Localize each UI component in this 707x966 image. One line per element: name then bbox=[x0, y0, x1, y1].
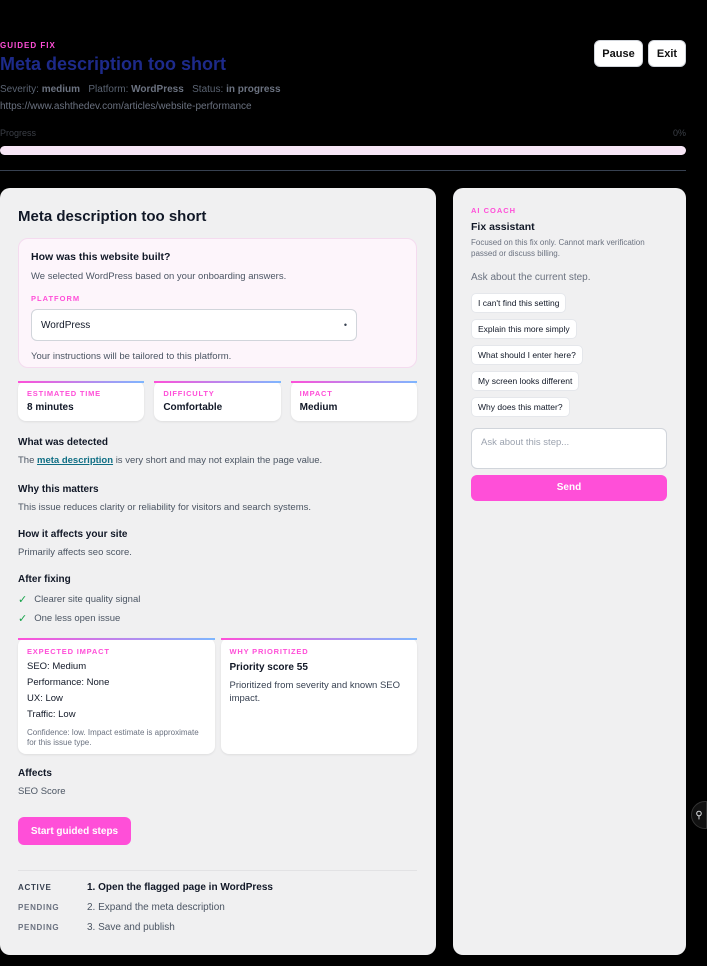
divider bbox=[0, 170, 686, 171]
section-heading: Affects bbox=[18, 768, 52, 779]
impact-cards: EXPECTED IMPACT SEO: Medium Performance:… bbox=[18, 638, 417, 754]
priority-score: Priority score 55 bbox=[229, 662, 308, 673]
suggestion-chip[interactable]: What should I enter here? bbox=[471, 344, 583, 365]
progress-label: Progress bbox=[0, 128, 37, 138]
stat-value: 8 minutes bbox=[27, 402, 74, 413]
list-item: ✓ Clearer site quality signal bbox=[18, 593, 417, 606]
section-heading: Why this matters bbox=[18, 484, 99, 495]
section-heading: How it affects your site bbox=[18, 529, 128, 540]
stat-label: ESTIMATED TIME bbox=[27, 389, 101, 398]
severity-value: medium bbox=[41, 84, 81, 95]
platform-subtitle: We selected WordPress based on your onbo… bbox=[31, 271, 287, 282]
platform-field-label: PLATFORM bbox=[31, 294, 81, 303]
platform-select-value: WordPress bbox=[41, 319, 91, 331]
step-text: 3. Save and publish bbox=[87, 922, 175, 933]
section-text: Primarily affects seo score. bbox=[18, 547, 132, 558]
status-label: Status: bbox=[192, 84, 224, 95]
side-title: Fix assistant bbox=[471, 221, 535, 233]
side-eyebrow: AI COACH bbox=[471, 206, 517, 215]
check-icon: ✓ bbox=[18, 594, 28, 606]
list-item: ✓ One less open issue bbox=[18, 612, 417, 625]
suggestion-chip[interactable]: Explain this more simply bbox=[471, 318, 577, 339]
detected-prefix: The bbox=[18, 455, 35, 466]
platform-note: Your instructions will be tailored to th… bbox=[31, 351, 232, 362]
progress-bar bbox=[0, 146, 686, 155]
section-text: SEO Score bbox=[18, 786, 66, 797]
platform-label: Platform: bbox=[88, 84, 129, 95]
step-row[interactable]: PENDING 3. Save and publish bbox=[18, 922, 417, 933]
start-guided-steps-button[interactable]: Start guided steps bbox=[18, 817, 131, 845]
list-item-text: Clearer site quality signal bbox=[34, 594, 141, 605]
impact-line: Traffic: Low bbox=[27, 709, 76, 720]
status-value: in progress bbox=[226, 84, 281, 95]
ask-input[interactable]: Ask about this step... bbox=[471, 427, 667, 469]
platform-select[interactable]: WordPress • bbox=[31, 309, 357, 341]
exit-button[interactable]: Exit bbox=[648, 40, 686, 67]
stat-label: DIFFICULTY bbox=[163, 389, 215, 398]
platform-question: How was this website built? bbox=[31, 251, 171, 263]
detected-suffix: is very short and may not explain the pa… bbox=[115, 455, 323, 466]
page-title: Meta description too short bbox=[0, 54, 227, 74]
impact-line: UX: Low bbox=[27, 693, 63, 704]
progress-value: 0% bbox=[672, 128, 686, 138]
stat-difficulty: DIFFICULTY Comfortable bbox=[154, 381, 281, 421]
impact-line: SEO: Medium bbox=[27, 661, 87, 672]
expected-impact-card: EXPECTED IMPACT SEO: Medium Performance:… bbox=[18, 638, 215, 754]
issue-title: Meta description too short bbox=[18, 208, 207, 225]
section-text: This issue reduces clarity or reliabilit… bbox=[18, 502, 312, 513]
section-heading: What was detected bbox=[18, 437, 109, 448]
step-status: ACTIVE bbox=[18, 883, 52, 892]
pause-button[interactable]: Pause bbox=[594, 40, 643, 67]
confidence-note: Confidence: low. Impact estimate is appr… bbox=[27, 728, 199, 748]
chevron-down-icon: • bbox=[343, 320, 347, 330]
stat-impact: IMPACT Medium bbox=[290, 381, 417, 421]
suggestion-chip[interactable]: I can't find this setting bbox=[471, 292, 567, 313]
step-text: 1. Open the flagged page in WordPress bbox=[87, 882, 273, 893]
step-row[interactable]: PENDING 2. Expand the meta description bbox=[18, 902, 417, 913]
stat-estimated-time: ESTIMATED TIME 8 minutes bbox=[18, 381, 145, 421]
card-label: WHY PRIORITIZED bbox=[229, 647, 309, 656]
header: GUIDED FIX Meta description too short Se… bbox=[0, 0, 707, 172]
step-text: 2. Expand the meta description bbox=[87, 902, 225, 913]
divider bbox=[18, 870, 417, 871]
step-status: PENDING bbox=[18, 903, 60, 912]
eyebrow: GUIDED FIX bbox=[0, 41, 56, 50]
stat-value: Medium bbox=[299, 402, 338, 413]
side-ask-prompt: Ask about the current step. bbox=[471, 271, 591, 283]
ai-coach-panel: AI COACH Fix assistant Focused on this f… bbox=[453, 188, 686, 955]
platform-value: WordPress bbox=[131, 84, 184, 95]
step-status: PENDING bbox=[18, 923, 60, 932]
section-after-fixing: After fixing ✓ Clearer site quality sign… bbox=[18, 574, 417, 625]
section-why: Why this matters This issue reduces clar… bbox=[18, 484, 417, 513]
issue-panel: Meta description too short How was this … bbox=[0, 188, 436, 955]
issue-meta: Severity: medium Platform: WordPress Sta… bbox=[0, 84, 281, 95]
priority-text: Prioritized from severity and known SEO … bbox=[229, 680, 401, 705]
severity-label: Severity: bbox=[0, 84, 39, 95]
check-icon: ✓ bbox=[18, 613, 28, 625]
stat-label: IMPACT bbox=[299, 389, 333, 398]
section-text: The meta description is very short and m… bbox=[18, 455, 417, 466]
section-affects-site: How it affects your site Primarily affec… bbox=[18, 529, 417, 558]
why-prioritized-card: WHY PRIORITIZED Priority score 55 Priori… bbox=[220, 638, 417, 754]
send-button[interactable]: Send bbox=[471, 474, 667, 501]
section-detected: What was detected The meta description i… bbox=[18, 437, 417, 466]
page-url: https://www.ashthedev.com/articles/websi… bbox=[0, 101, 252, 112]
section-heading: After fixing bbox=[18, 574, 71, 585]
stat-value: Comfortable bbox=[163, 402, 223, 413]
side-description: Focused on this fix only. Cannot mark ve… bbox=[471, 238, 645, 258]
list-item-text: One less open issue bbox=[34, 613, 121, 624]
meta-description-link[interactable]: meta description bbox=[37, 455, 113, 466]
suggestion-chip[interactable]: Why does this matter? bbox=[471, 396, 570, 417]
suggestion-chip[interactable]: My screen looks different bbox=[471, 370, 580, 391]
stats-row: ESTIMATED TIME 8 minutes DIFFICULTY Comf… bbox=[18, 381, 417, 421]
toggle-icon[interactable]: ⚲ bbox=[691, 801, 707, 829]
section-affects: Affects SEO Score bbox=[18, 768, 417, 797]
platform-card: How was this website built? We selected … bbox=[18, 238, 417, 368]
impact-line: Performance: None bbox=[27, 677, 110, 688]
step-row[interactable]: ACTIVE 1. Open the flagged page in WordP… bbox=[18, 882, 417, 893]
card-label: EXPECTED IMPACT bbox=[27, 647, 110, 656]
suggestion-chips: I can't find this setting Explain this m… bbox=[471, 292, 668, 417]
